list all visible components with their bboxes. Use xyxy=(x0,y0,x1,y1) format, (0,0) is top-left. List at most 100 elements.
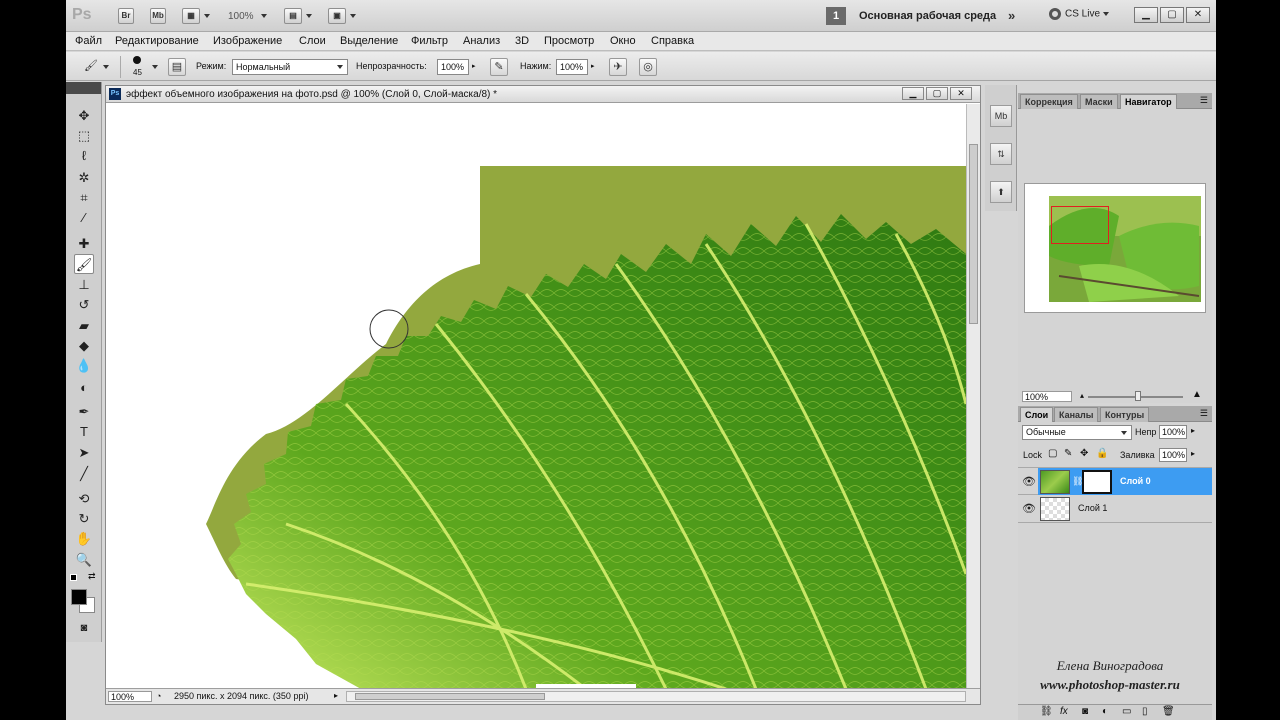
menu-help[interactable]: Справка xyxy=(651,35,694,47)
doc-maximize-button[interactable]: ▢ xyxy=(926,87,948,100)
chevron-down-icon[interactable] xyxy=(261,14,267,18)
zoom-slider-knob[interactable] xyxy=(1135,391,1141,401)
line-tool-icon[interactable]: ╱ xyxy=(74,464,94,484)
tablet-size-icon[interactable]: ◎ xyxy=(639,58,657,76)
crop-tool-icon[interactable]: ⌗ xyxy=(74,188,94,208)
scroll-thumb[interactable] xyxy=(969,144,978,324)
quick-mask-icon[interactable]: ◙ xyxy=(74,618,94,638)
menu-layer[interactable]: Слои xyxy=(299,35,326,47)
bridge-button[interactable]: Br xyxy=(118,8,134,24)
mini-bridge-icon[interactable]: Mb xyxy=(990,105,1012,127)
doc-minimize-button[interactable]: ▁ xyxy=(902,87,924,100)
pen-tool-icon[interactable]: ✒ xyxy=(74,402,94,422)
double-chevron-icon[interactable]: » xyxy=(1008,8,1015,23)
tab-paths[interactable]: Контуры xyxy=(1100,407,1150,422)
adjustment-layer-icon[interactable]: ◐ xyxy=(1102,706,1108,717)
close-button[interactable]: ✕ xyxy=(1186,7,1210,23)
layer-opacity-input[interactable]: 100% xyxy=(1159,425,1187,439)
slider-arrow-icon[interactable]: ▸ xyxy=(1191,426,1195,435)
menu-edit[interactable]: Редактирование xyxy=(115,35,199,47)
status-arrow-icon[interactable]: ▸ xyxy=(334,691,338,700)
3d-orbit-tool-icon[interactable]: ↻ xyxy=(74,509,94,529)
menu-window[interactable]: Окно xyxy=(610,35,636,47)
dodge-tool-icon[interactable]: ◐ xyxy=(74,378,94,398)
path-selection-tool-icon[interactable]: ➤ xyxy=(74,443,94,463)
airbrush-icon[interactable]: ✈ xyxy=(609,58,627,76)
chevron-down-icon[interactable] xyxy=(152,65,158,69)
clone-stamp-tool-icon[interactable]: ⊥ xyxy=(74,275,94,295)
vertical-scrollbar[interactable] xyxy=(966,104,980,689)
history-brush-tool-icon[interactable]: ↺ xyxy=(74,295,94,315)
chevron-down-icon[interactable] xyxy=(306,14,312,18)
move-tool-icon[interactable]: ✥ xyxy=(74,106,94,126)
chevron-down-icon[interactable] xyxy=(204,14,210,18)
eyedropper-tool-icon[interactable]: ⁄ xyxy=(74,208,94,228)
chevron-down-icon[interactable] xyxy=(350,14,356,18)
lock-transparent-icon[interactable]: ▢ xyxy=(1048,448,1057,459)
layer-style-icon[interactable]: fx xyxy=(1060,706,1068,717)
menu-file[interactable]: Файл xyxy=(75,35,102,47)
healing-brush-tool-icon[interactable]: ✚ xyxy=(74,234,94,254)
panel-menu-icon[interactable]: ☰ xyxy=(1200,95,1208,106)
tab-layers[interactable]: Слои xyxy=(1020,407,1054,422)
slider-arrow-icon[interactable]: ▸ xyxy=(472,62,476,70)
link-layers-icon[interactable]: ⛓ xyxy=(1040,706,1053,717)
minimize-button[interactable]: ▁ xyxy=(1134,7,1158,23)
screen-mode-button[interactable]: ▣ xyxy=(328,8,346,24)
layer-row[interactable]: 👁 Слой 1 xyxy=(1018,495,1212,523)
tab-adjustments[interactable]: Коррекция xyxy=(1020,94,1078,109)
chevron-down-icon[interactable] xyxy=(103,65,109,69)
cs-live-button[interactable]: CS Live xyxy=(1049,8,1109,20)
mode-select[interactable]: Нормальный xyxy=(232,59,348,75)
delete-layer-icon[interactable]: 🗑 xyxy=(1162,706,1175,717)
lock-position-icon[interactable]: ✥ xyxy=(1080,448,1088,459)
3d-rotate-tool-icon[interactable]: ⟲ xyxy=(74,489,94,509)
tab-masks[interactable]: Маски xyxy=(1080,94,1118,109)
quick-selection-tool-icon[interactable]: ✲ xyxy=(74,168,94,188)
history-icon[interactable]: ⇅ xyxy=(990,143,1012,165)
workspace-number[interactable]: 1 xyxy=(826,7,846,25)
marquee-tool-icon[interactable]: ⬚ xyxy=(74,126,94,146)
add-mask-icon[interactable]: ◙ xyxy=(1082,706,1088,717)
maximize-button[interactable]: ▢ xyxy=(1160,7,1184,23)
slider-arrow-icon[interactable]: ▸ xyxy=(1191,449,1195,458)
opacity-input[interactable]: 100% xyxy=(437,59,469,75)
lasso-tool-icon[interactable]: ℓ xyxy=(74,146,94,166)
paint-bucket-tool-icon[interactable]: ◆ xyxy=(74,336,94,356)
eraser-tool-icon[interactable]: ▰ xyxy=(74,316,94,336)
brush-tool-icon[interactable]: 🖌 xyxy=(74,254,94,274)
status-info-icon[interactable]: ◔ xyxy=(156,691,161,701)
menu-filter[interactable]: Фильтр xyxy=(411,35,448,47)
lock-image-icon[interactable]: ✎ xyxy=(1064,448,1072,459)
fill-input[interactable]: 100% xyxy=(1159,448,1187,462)
zoom-field[interactable]: 100% xyxy=(108,691,152,702)
blend-mode-select[interactable]: Обычные xyxy=(1022,425,1132,440)
zoom-tool-icon[interactable]: 🔍 xyxy=(74,550,94,570)
brush-preview-icon[interactable] xyxy=(133,56,141,64)
swap-colors-icon[interactable]: ⇄ xyxy=(88,571,96,582)
workspace-label[interactable]: Основная рабочая среда xyxy=(859,10,996,22)
type-tool-icon[interactable]: T xyxy=(74,422,94,442)
menu-3d[interactable]: 3D xyxy=(515,35,529,47)
layer-mask-thumbnail[interactable] xyxy=(1082,470,1112,494)
lock-all-icon[interactable]: 🔒 xyxy=(1096,448,1108,459)
brush-tool-icon[interactable]: 🖌 xyxy=(82,58,100,76)
image-canvas[interactable] xyxy=(106,104,966,689)
new-group-icon[interactable]: ▭ xyxy=(1122,706,1131,717)
hand-tool-icon[interactable]: ✋ xyxy=(74,529,94,549)
menu-analysis[interactable]: Анализ xyxy=(463,35,500,47)
new-layer-icon[interactable]: ▯ xyxy=(1142,706,1148,717)
menu-view[interactable]: Просмотр xyxy=(544,35,594,47)
visibility-eye-icon[interactable]: 👁 xyxy=(1022,502,1036,515)
default-colors-icon[interactable] xyxy=(70,574,77,581)
menu-image[interactable]: Изображение xyxy=(213,35,282,47)
zoom-out-icon[interactable]: ▴ xyxy=(1080,391,1084,400)
document-tab[interactable]: Ps эффект объемного изображения на фото.… xyxy=(106,86,980,103)
slider-arrow-icon[interactable]: ▸ xyxy=(591,62,595,70)
flow-input[interactable]: 100% xyxy=(556,59,588,75)
horizontal-scrollbar[interactable] xyxy=(346,691,966,702)
visibility-eye-icon[interactable]: 👁 xyxy=(1022,475,1036,488)
arrange-documents-button[interactable]: ▤ xyxy=(284,8,302,24)
actions-icon[interactable]: ⬆ xyxy=(990,181,1012,203)
tablet-opacity-icon[interactable]: ✎ xyxy=(490,58,508,76)
